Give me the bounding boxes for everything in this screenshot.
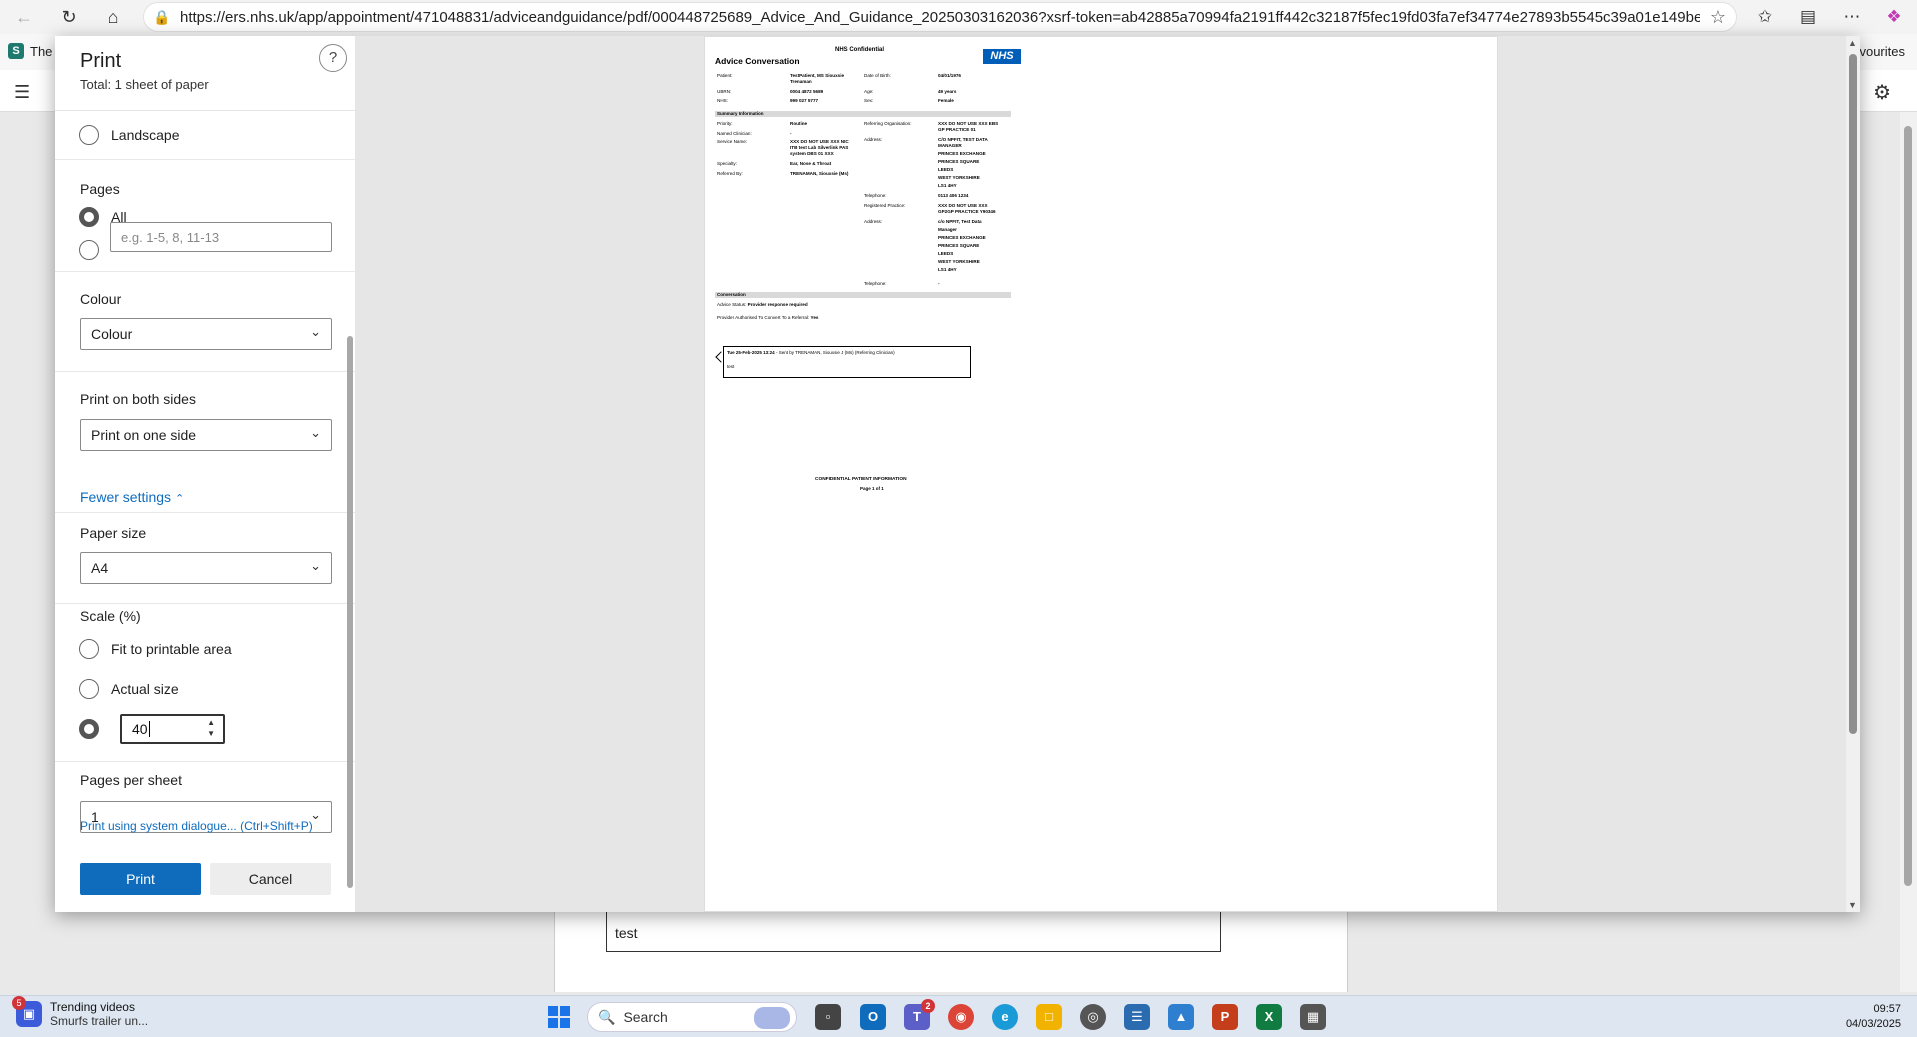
sheet-count: Total: 1 sheet of paper — [80, 77, 209, 92]
edge-icon[interactable]: e — [992, 1004, 1018, 1030]
system-dialog-link[interactable]: Print using system dialogue... (Ctrl+Shi… — [80, 819, 313, 833]
notepad-icon[interactable]: ☰ — [1124, 1004, 1150, 1030]
back-arrow-icon[interactable]: ← — [10, 3, 38, 31]
background-message-bubble: test — [606, 910, 1221, 952]
chrome-icon[interactable]: ◉ — [948, 1004, 974, 1030]
more-menu-icon[interactable]: ⋯ — [1838, 4, 1866, 30]
other-favourites[interactable]: vourites — [1859, 44, 1905, 59]
widgets-icon: ▣ 5 — [12, 996, 42, 1027]
teams-icon[interactable]: T2 — [904, 999, 935, 1030]
paper-size-label: Paper size — [80, 525, 147, 541]
system-clock[interactable]: 09:57 04/03/2025 — [1846, 1002, 1901, 1032]
radio-button[interactable] — [79, 240, 99, 260]
list-icon[interactable]: ☰ — [14, 82, 30, 103]
photos-icon[interactable]: ▲ — [1168, 1004, 1194, 1030]
chevron-up-icon: ⌃ — [174, 493, 185, 505]
settings-scroll-area: Landscape Pages All e.g. 1-5, 8, 11-13 C… — [55, 111, 355, 846]
print-dialog: Print Total: 1 sheet of paper ? Landscap… — [55, 36, 1860, 912]
radio-button-selected[interactable] — [79, 719, 99, 739]
radio-button-selected[interactable] — [79, 207, 99, 227]
settings-scrollbar[interactable] — [347, 336, 353, 888]
colour-label: Colour — [80, 291, 122, 307]
taskbar: ▣ 5 Trending videos Smurfs trailer un... … — [0, 995, 1917, 1037]
scale-input[interactable]: 40 ▲ ▼ — [120, 714, 225, 744]
print-button[interactable]: Print — [80, 863, 201, 895]
collections-icon[interactable]: ▤ — [1794, 4, 1822, 30]
nhs-logo: NHS — [983, 49, 1021, 64]
chevron-down-icon: ⌄ — [310, 558, 321, 573]
pages-label: Pages — [80, 181, 120, 197]
message-bubble: Tue 25-Feb-2025 13:24 - Sent by TRENAMAN… — [723, 346, 971, 378]
print-preview: NHS Confidential Advice Conversation NHS… — [355, 36, 1860, 912]
chevron-down-icon: ⌄ — [310, 324, 321, 339]
gear-icon[interactable]: ⚙ — [1873, 80, 1891, 105]
scroll-up-icon[interactable]: ▲ — [1848, 38, 1857, 48]
radio-button[interactable] — [79, 639, 99, 659]
widgets-button[interactable]: ▣ 5 Trending videos Smurfs trailer un... — [12, 996, 148, 1028]
pages-custom-option[interactable] — [79, 229, 99, 260]
colour-select[interactable]: Colour ⌄ — [80, 318, 332, 350]
scale-fit-option[interactable]: Fit to printable area — [79, 639, 232, 659]
browser-toolbar: ← ↻ ⌂ 🔒 https://ers.nhs.uk/app/appointme… — [0, 0, 1917, 34]
both-sides-select[interactable]: Print on one side ⌄ — [80, 419, 332, 451]
excel-icon[interactable]: X — [1256, 1004, 1282, 1030]
radio-button[interactable] — [79, 679, 99, 699]
site-favicon-icon: S — [8, 43, 24, 59]
cancel-button[interactable]: Cancel — [210, 863, 331, 895]
favorite-star-icon[interactable]: ☆ — [1700, 7, 1736, 28]
preview-sheet: NHS Confidential Advice Conversation NHS… — [704, 36, 1498, 912]
refresh-icon[interactable]: ↻ — [55, 3, 83, 31]
pages-range-input[interactable]: e.g. 1-5, 8, 11-13 — [110, 222, 332, 252]
paper-size-select[interactable]: A4 ⌄ — [80, 552, 332, 584]
radio-button[interactable] — [79, 125, 99, 145]
search-icon: 🔍 — [598, 1008, 616, 1025]
scroll-down-icon[interactable]: ▼ — [1848, 900, 1857, 910]
taskbar-search[interactable]: 🔍 Search — [587, 1002, 797, 1032]
print-settings-panel: Print Total: 1 sheet of paper ? Landscap… — [55, 36, 355, 912]
layout-landscape-option[interactable]: Landscape — [79, 125, 180, 145]
file-explorer-icon[interactable]: □ — [1036, 1004, 1062, 1030]
fewer-settings-link[interactable]: Fewer settings ⌃ — [80, 489, 184, 505]
lock-icon: 🔒 — [153, 8, 171, 25]
chevron-down-icon: ⌄ — [310, 425, 321, 440]
pages-per-sheet-label: Pages per sheet — [80, 772, 182, 788]
favorites-icon[interactable]: ✩ — [1751, 4, 1779, 30]
spinner-arrows-icon[interactable]: ▲ ▼ — [207, 717, 215, 739]
powerpoint-icon[interactable]: P — [1212, 1004, 1238, 1030]
help-button[interactable]: ? — [319, 44, 347, 72]
both-sides-label: Print on both sides — [80, 391, 196, 407]
copilot-icon[interactable]: ❖ — [1880, 4, 1908, 30]
favorite-item[interactable]: S The — [8, 43, 52, 59]
home-icon[interactable]: ⌂ — [99, 3, 127, 31]
url-text: https://ers.nhs.uk/app/appointment/47104… — [180, 8, 1700, 26]
print-title: Print — [80, 50, 122, 72]
page-scrollbar[interactable] — [1900, 112, 1917, 992]
task-view-icon[interactable]: ▫ — [815, 1004, 841, 1030]
scale-custom-option[interactable] — [79, 719, 99, 739]
scale-actual-option[interactable]: Actual size — [79, 679, 179, 699]
windows-start-icon[interactable] — [548, 1006, 570, 1028]
snipping-tool-icon[interactable]: ◎ — [1080, 1004, 1106, 1030]
address-bar[interactable]: 🔒 https://ers.nhs.uk/app/appointment/471… — [143, 2, 1737, 32]
scale-label: Scale (%) — [80, 608, 141, 624]
outlook-icon[interactable]: O — [860, 1004, 886, 1030]
calculator-icon[interactable]: ▦ — [1300, 1004, 1326, 1030]
preview-scrollbar[interactable]: ▲ ▼ — [1846, 36, 1860, 912]
